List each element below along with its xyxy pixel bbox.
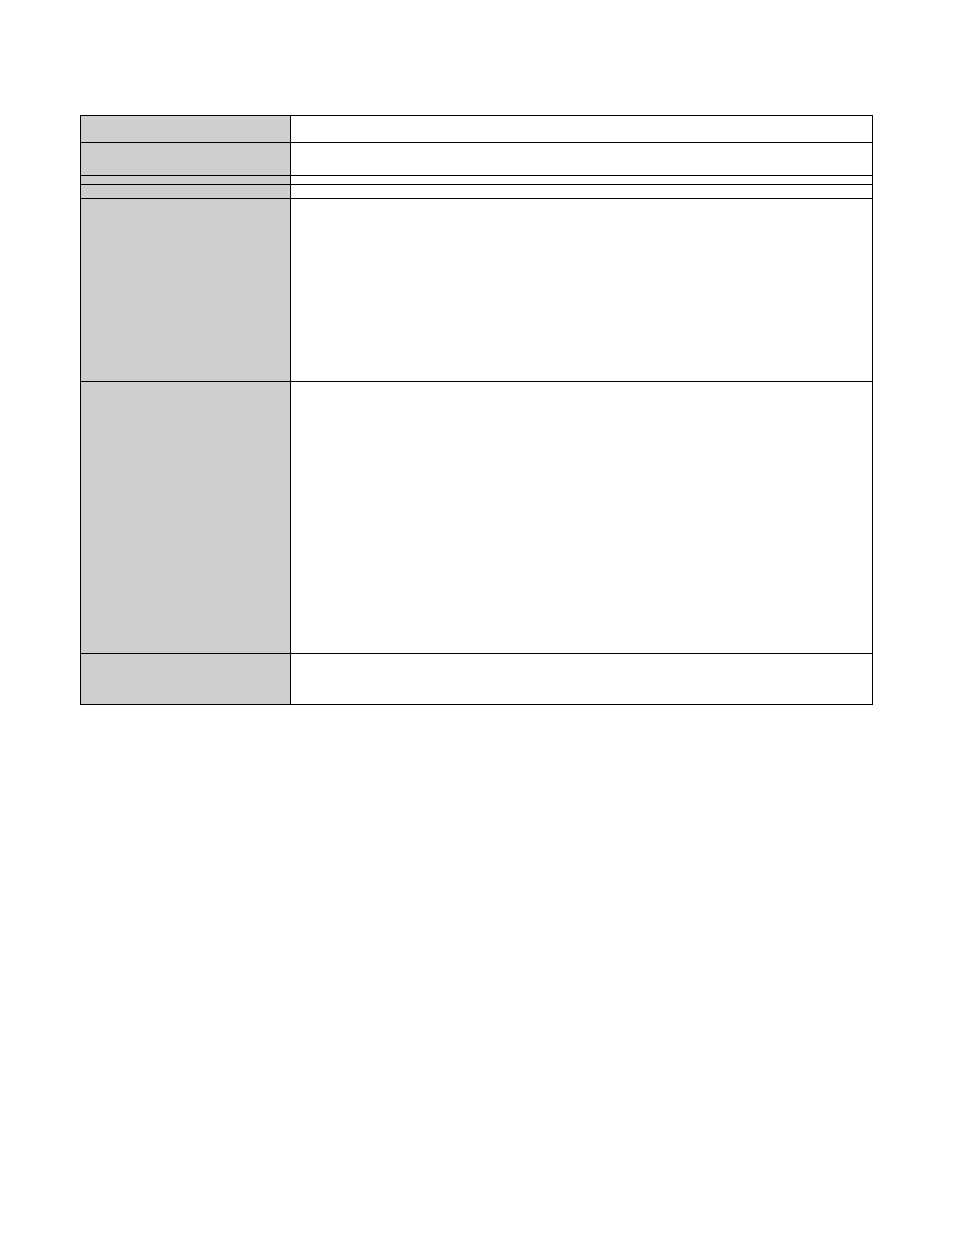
- row-label: [81, 382, 291, 654]
- row-value: [291, 382, 873, 654]
- row-value: [291, 185, 873, 199]
- row-label: [81, 176, 291, 185]
- form-table: [80, 115, 873, 705]
- row-value: [291, 176, 873, 185]
- table-row: [81, 116, 873, 143]
- row-label: [81, 116, 291, 143]
- row-label: [81, 199, 291, 382]
- table-row: [81, 176, 873, 185]
- row-label: [81, 143, 291, 176]
- row-value: [291, 116, 873, 143]
- table-row: [81, 143, 873, 176]
- table-row: [81, 654, 873, 705]
- document-page: [0, 0, 954, 1235]
- table-row: [81, 185, 873, 199]
- row-value: [291, 654, 873, 705]
- row-label: [81, 185, 291, 199]
- row-label: [81, 654, 291, 705]
- table-row: [81, 382, 873, 654]
- table-row: [81, 199, 873, 382]
- row-value: [291, 199, 873, 382]
- row-value: [291, 143, 873, 176]
